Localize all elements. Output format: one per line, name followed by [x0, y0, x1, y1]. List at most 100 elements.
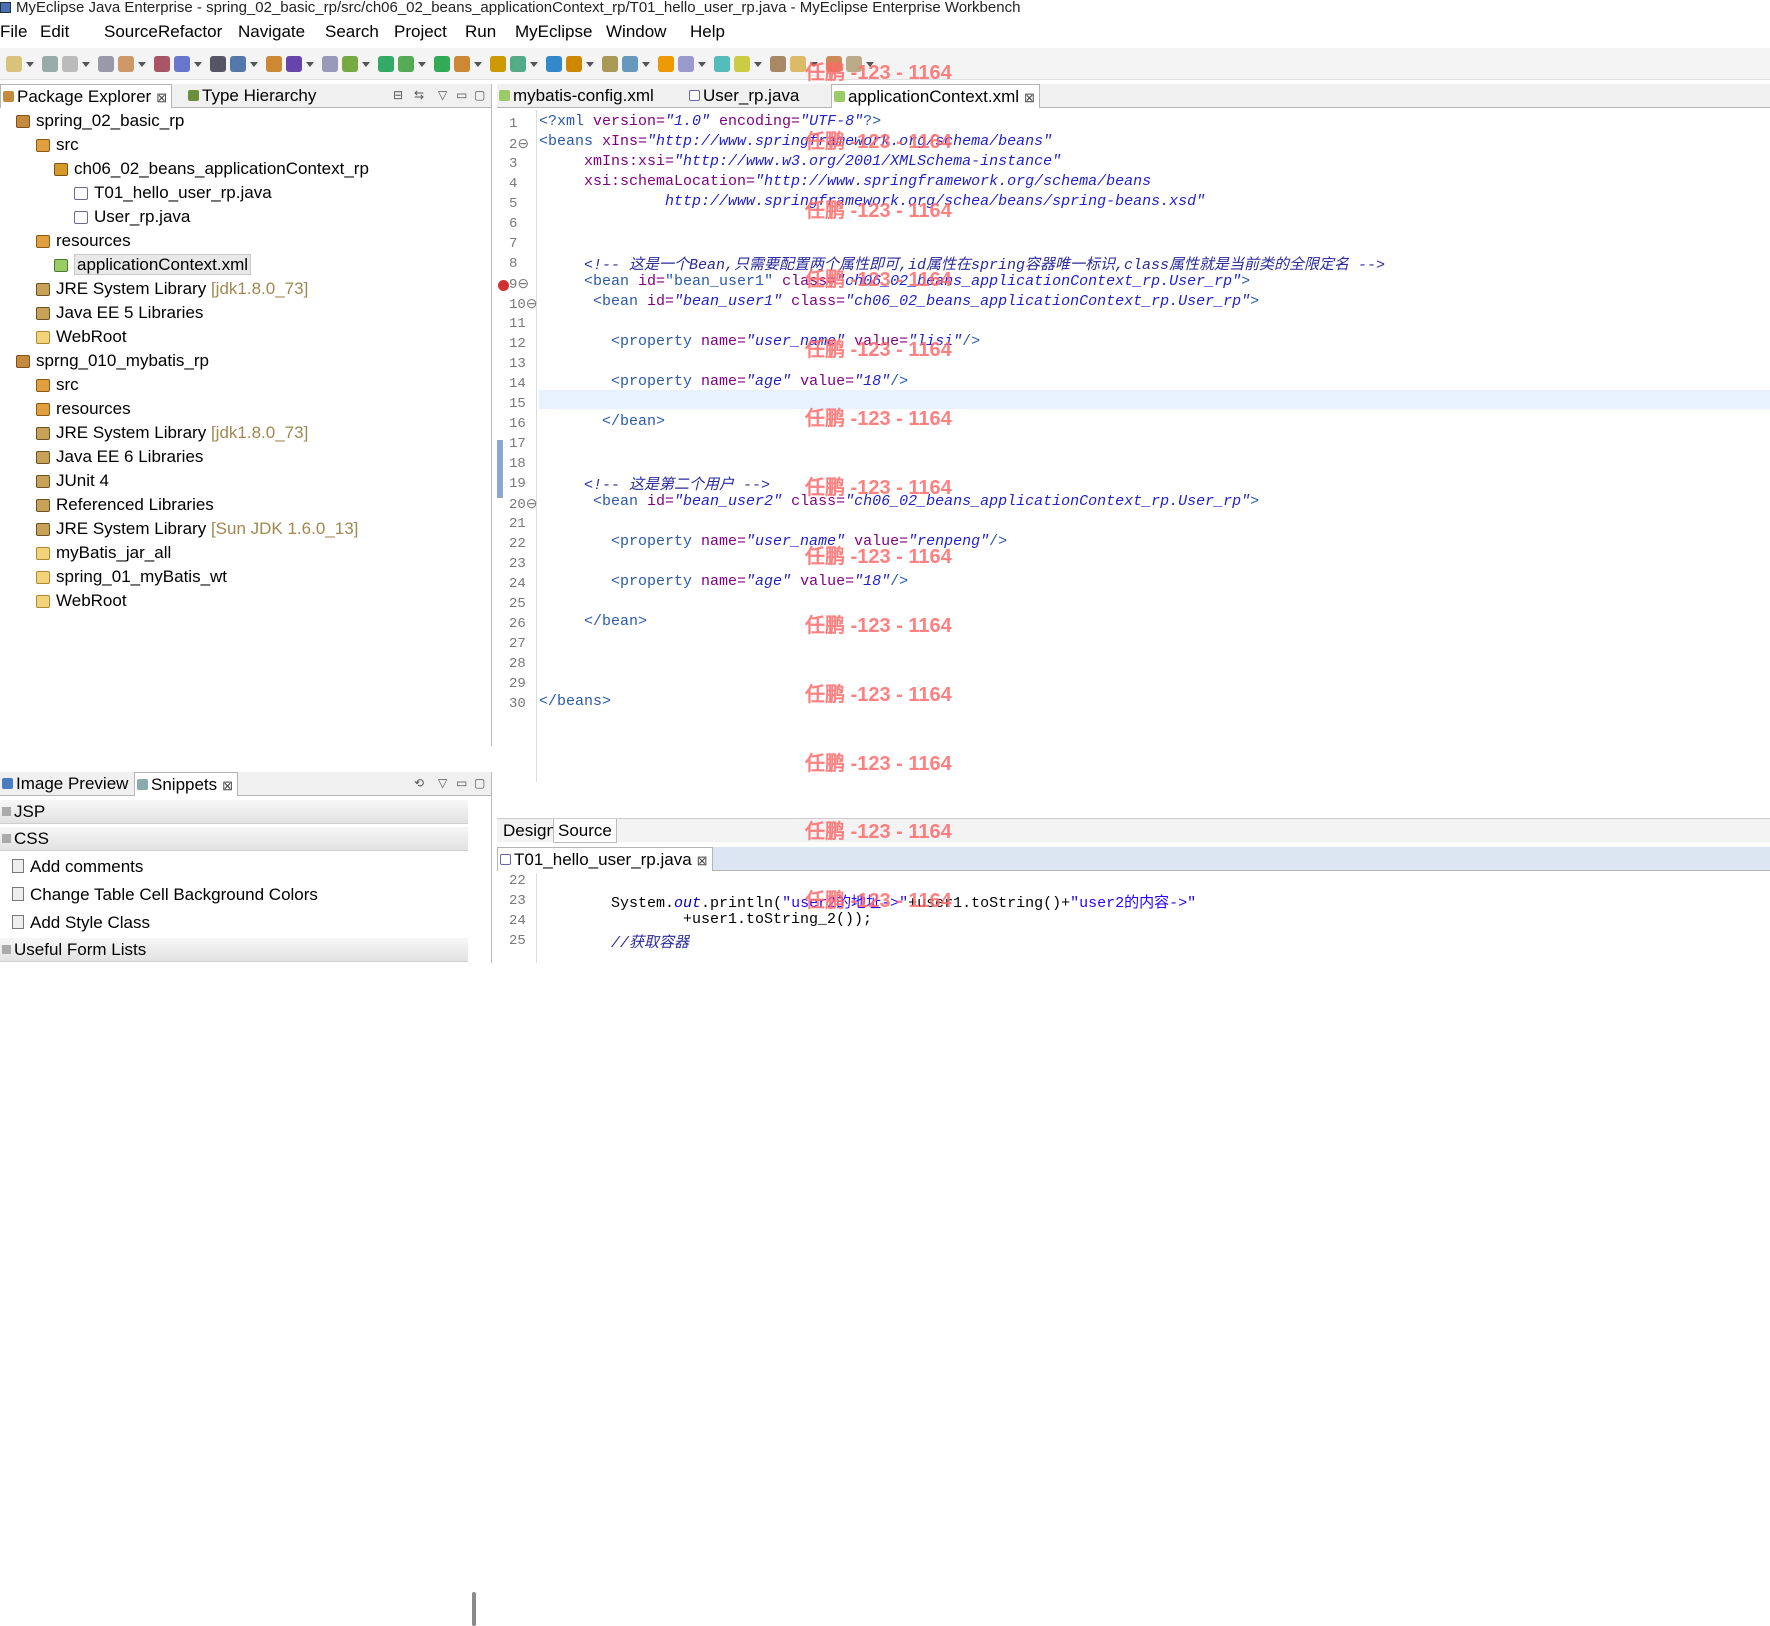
tree-item[interactable]: myBatis_jar_all	[36, 542, 171, 564]
tree-item[interactable]: Java EE 6 Libraries	[36, 446, 203, 468]
tree-item[interactable]: sprng_010_mybatis_rp	[16, 350, 209, 372]
toolbar-icon[interactable]	[174, 56, 190, 72]
toolbar-icon[interactable]	[118, 56, 134, 72]
dropdown-arrow-icon[interactable]	[26, 62, 34, 67]
dropdown-arrow-icon[interactable]	[138, 62, 146, 67]
toolbar-icon[interactable]	[714, 56, 730, 72]
snippet-category-css[interactable]: CSS	[0, 827, 468, 851]
dropdown-arrow-icon[interactable]	[82, 62, 90, 67]
menu-search[interactable]: Search	[325, 20, 379, 44]
toolbar-icon[interactable]	[210, 56, 226, 72]
toolbar-icon[interactable]	[790, 56, 806, 72]
dropdown-arrow-icon[interactable]	[642, 62, 650, 67]
toolbar-icon[interactable]	[734, 56, 750, 72]
collapse-all-icon[interactable]: ⊟	[393, 88, 403, 102]
tree-item[interactable]: spring_01_myBatis_wt	[36, 566, 227, 588]
maximize-icon[interactable]: ▢	[474, 88, 485, 102]
toolbar-icon[interactable]	[378, 56, 394, 72]
view-menu-icon[interactable]: ▽	[438, 88, 447, 102]
tree-item[interactable]: applicationContext.xml	[54, 254, 252, 276]
tree-item[interactable]: src	[36, 374, 79, 396]
dropdown-arrow-icon[interactable]	[810, 62, 818, 67]
menu-myeclipse[interactable]: MyEclipse	[515, 20, 592, 44]
toolbar-icon[interactable]	[398, 56, 414, 72]
tree-item[interactable]: JRE System Library [jdk1.8.0_73]	[36, 422, 308, 444]
menu-file[interactable]: File	[0, 20, 27, 44]
vertical-scrollbar[interactable]	[472, 1592, 476, 1626]
dropdown-arrow-icon[interactable]	[306, 62, 314, 67]
tree-item[interactable]: WebRoot	[36, 590, 127, 612]
toolbar-icon[interactable]	[490, 56, 506, 72]
tree-item[interactable]: T01_hello_user_rp.java	[74, 182, 272, 204]
toolbar-icon[interactable]	[266, 56, 282, 72]
close-icon[interactable]: ⊠	[1024, 90, 1035, 105]
snippet-add-style-class[interactable]: Add Style Class	[10, 910, 150, 936]
dropdown-arrow-icon[interactable]	[698, 62, 706, 67]
menu-source[interactable]: Source	[104, 20, 158, 44]
dropdown-arrow-icon[interactable]	[530, 62, 538, 67]
toolbar-icon[interactable]	[566, 56, 582, 72]
tree-item[interactable]: User_rp.java	[74, 206, 190, 228]
tree-item[interactable]: spring_02_basic_rp	[16, 110, 184, 132]
toolbar-icon[interactable]	[658, 56, 674, 72]
toolbar-icon[interactable]	[602, 56, 618, 72]
tree-item[interactable]: WebRoot	[36, 326, 127, 348]
toolbar-icon[interactable]	[826, 56, 842, 72]
error-marker-icon[interactable]	[498, 280, 509, 291]
minimize-icon[interactable]: ▭	[456, 88, 467, 102]
toolbar-icon[interactable]	[42, 56, 58, 72]
tree-item[interactable]: JRE System Library [Sun JDK 1.6.0_13]	[36, 518, 358, 540]
dropdown-arrow-icon[interactable]	[474, 62, 482, 67]
dropdown-arrow-icon[interactable]	[418, 62, 426, 67]
toolbar-icon[interactable]	[770, 56, 786, 72]
toolbar-icon[interactable]	[622, 56, 638, 72]
menu-refactor[interactable]: Refactor	[158, 20, 222, 44]
customize-icon[interactable]: ⟲	[414, 776, 424, 790]
maximize-icon[interactable]: ▢	[474, 776, 485, 790]
tree-item[interactable]: Java EE 5 Libraries	[36, 302, 203, 324]
toolbar-icon[interactable]	[98, 56, 114, 72]
tab-applicationcontext-xml[interactable]: applicationContext.xml ⊠	[831, 84, 1040, 108]
tab-image-preview[interactable]: Image Preview	[0, 772, 132, 796]
toolbar-icon[interactable]	[230, 56, 246, 72]
toolbar-icon[interactable]	[62, 56, 78, 72]
minimize-icon[interactable]: ▭	[456, 776, 467, 790]
dropdown-arrow-icon[interactable]	[250, 62, 258, 67]
tab-mybatis-config-xml[interactable]: mybatis-config.xml	[497, 84, 658, 108]
snippet-change-table-cell-bg[interactable]: Change Table Cell Background Colors	[10, 882, 318, 908]
toolbar-icon[interactable]	[154, 56, 170, 72]
tree-item[interactable]: JUnit 4	[36, 470, 109, 492]
toolbar-icon[interactable]	[846, 56, 862, 72]
toolbar-icon[interactable]	[434, 56, 450, 72]
dropdown-arrow-icon[interactable]	[194, 62, 202, 67]
toolbar-icon[interactable]	[322, 56, 338, 72]
close-icon[interactable]: ⊠	[156, 90, 167, 105]
link-with-editor-icon[interactable]: ⇆	[414, 88, 424, 102]
menu-window[interactable]: Window	[606, 20, 666, 44]
toolbar-icon[interactable]	[510, 56, 526, 72]
toolbar-icon[interactable]	[678, 56, 694, 72]
tab-package-explorer[interactable]: Package Explorer ⊠	[0, 84, 173, 108]
toolbar-icon[interactable]	[546, 56, 562, 72]
toolbar-icon[interactable]	[286, 56, 302, 72]
snippet-category-useful-form-lists[interactable]: Useful Form Lists	[0, 938, 468, 962]
tab-user-rp-java[interactable]: User_rp.java	[687, 84, 803, 108]
tab-type-hierarchy[interactable]: Type Hierarchy	[186, 84, 320, 108]
dropdown-arrow-icon[interactable]	[586, 62, 594, 67]
dropdown-arrow-icon[interactable]	[754, 62, 762, 67]
tree-item[interactable]: ch06_02_beans_applicationContext_rp	[54, 158, 369, 180]
tab-source[interactable]: Source	[553, 819, 617, 843]
toolbar-icon[interactable]	[6, 56, 22, 72]
tab-snippets[interactable]: Snippets ⊠	[134, 772, 239, 796]
close-icon[interactable]: ⊠	[697, 853, 708, 868]
close-icon[interactable]: ⊠	[222, 778, 233, 793]
menu-project[interactable]: Project	[394, 20, 447, 44]
menu-run[interactable]: Run	[465, 20, 496, 44]
tree-item[interactable]: src	[36, 134, 79, 156]
snippet-add-comments[interactable]: Add comments	[10, 854, 143, 880]
menu-navigate[interactable]: Navigate	[238, 20, 305, 44]
tree-item[interactable]: resources	[36, 398, 131, 420]
dropdown-arrow-icon[interactable]	[362, 62, 370, 67]
tree-item[interactable]: Referenced Libraries	[36, 494, 214, 516]
toolbar-icon[interactable]	[342, 56, 358, 72]
